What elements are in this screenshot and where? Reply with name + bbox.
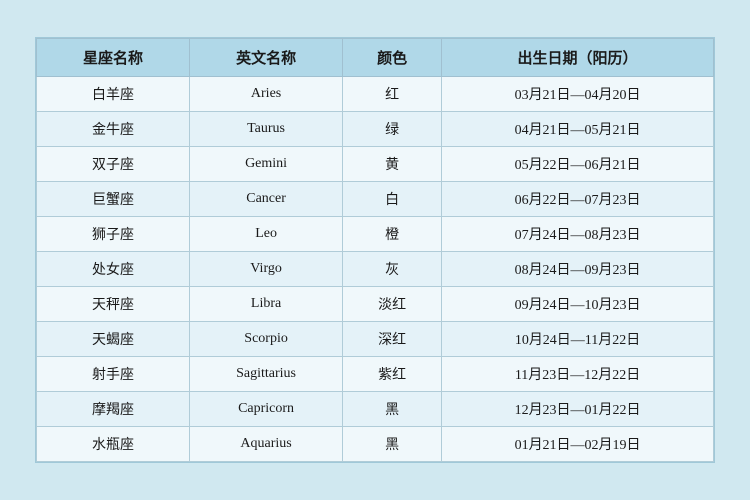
cell-chinese-name: 水瓶座 <box>37 427 190 462</box>
table-row: 射手座Sagittarius紫红11月23日—12月22日 <box>37 357 714 392</box>
cell-chinese-name: 摩羯座 <box>37 392 190 427</box>
cell-dates: 11月23日—12月22日 <box>442 357 714 392</box>
cell-english-name: Cancer <box>190 182 343 217</box>
cell-english-name: Scorpio <box>190 322 343 357</box>
cell-dates: 06月22日—07月23日 <box>442 182 714 217</box>
zodiac-table-container: 星座名称 英文名称 颜色 出生日期（阳历） 白羊座Aries红03月21日—04… <box>35 37 715 463</box>
table-row: 处女座Virgo灰08月24日—09月23日 <box>37 252 714 287</box>
cell-dates: 10月24日—11月22日 <box>442 322 714 357</box>
cell-color: 黄 <box>343 147 442 182</box>
cell-chinese-name: 金牛座 <box>37 112 190 147</box>
table-row: 水瓶座Aquarius黑01月21日—02月19日 <box>37 427 714 462</box>
table-row: 天蝎座Scorpio深红10月24日—11月22日 <box>37 322 714 357</box>
cell-english-name: Capricorn <box>190 392 343 427</box>
cell-chinese-name: 天蝎座 <box>37 322 190 357</box>
cell-color: 深红 <box>343 322 442 357</box>
table-row: 狮子座Leo橙07月24日—08月23日 <box>37 217 714 252</box>
cell-english-name: Leo <box>190 217 343 252</box>
cell-color: 黑 <box>343 392 442 427</box>
cell-english-name: Libra <box>190 287 343 322</box>
table-header-row: 星座名称 英文名称 颜色 出生日期（阳历） <box>37 39 714 77</box>
cell-color: 绿 <box>343 112 442 147</box>
table-row: 金牛座Taurus绿04月21日—05月21日 <box>37 112 714 147</box>
cell-dates: 07月24日—08月23日 <box>442 217 714 252</box>
cell-chinese-name: 双子座 <box>37 147 190 182</box>
cell-dates: 03月21日—04月20日 <box>442 77 714 112</box>
cell-color: 灰 <box>343 252 442 287</box>
cell-english-name: Taurus <box>190 112 343 147</box>
cell-english-name: Virgo <box>190 252 343 287</box>
table-row: 白羊座Aries红03月21日—04月20日 <box>37 77 714 112</box>
cell-english-name: Sagittarius <box>190 357 343 392</box>
zodiac-table: 星座名称 英文名称 颜色 出生日期（阳历） 白羊座Aries红03月21日—04… <box>36 38 714 462</box>
cell-dates: 12月23日—01月22日 <box>442 392 714 427</box>
cell-chinese-name: 天秤座 <box>37 287 190 322</box>
cell-chinese-name: 处女座 <box>37 252 190 287</box>
cell-dates: 01月21日—02月19日 <box>442 427 714 462</box>
table-row: 天秤座Libra淡红09月24日—10月23日 <box>37 287 714 322</box>
cell-chinese-name: 狮子座 <box>37 217 190 252</box>
cell-english-name: Aries <box>190 77 343 112</box>
cell-dates: 05月22日—06月21日 <box>442 147 714 182</box>
table-row: 摩羯座Capricorn黑12月23日—01月22日 <box>37 392 714 427</box>
header-chinese-name: 星座名称 <box>37 39 190 77</box>
cell-chinese-name: 白羊座 <box>37 77 190 112</box>
cell-color: 淡红 <box>343 287 442 322</box>
cell-dates: 04月21日—05月21日 <box>442 112 714 147</box>
cell-english-name: Aquarius <box>190 427 343 462</box>
header-color: 颜色 <box>343 39 442 77</box>
cell-chinese-name: 巨蟹座 <box>37 182 190 217</box>
cell-dates: 09月24日—10月23日 <box>442 287 714 322</box>
table-row: 双子座Gemini黄05月22日—06月21日 <box>37 147 714 182</box>
header-dates: 出生日期（阳历） <box>442 39 714 77</box>
table-row: 巨蟹座Cancer白06月22日—07月23日 <box>37 182 714 217</box>
cell-chinese-name: 射手座 <box>37 357 190 392</box>
cell-color: 白 <box>343 182 442 217</box>
table-body: 白羊座Aries红03月21日—04月20日金牛座Taurus绿04月21日—0… <box>37 77 714 462</box>
cell-color: 黑 <box>343 427 442 462</box>
cell-dates: 08月24日—09月23日 <box>442 252 714 287</box>
header-english-name: 英文名称 <box>190 39 343 77</box>
cell-color: 紫红 <box>343 357 442 392</box>
cell-english-name: Gemini <box>190 147 343 182</box>
cell-color: 红 <box>343 77 442 112</box>
cell-color: 橙 <box>343 217 442 252</box>
